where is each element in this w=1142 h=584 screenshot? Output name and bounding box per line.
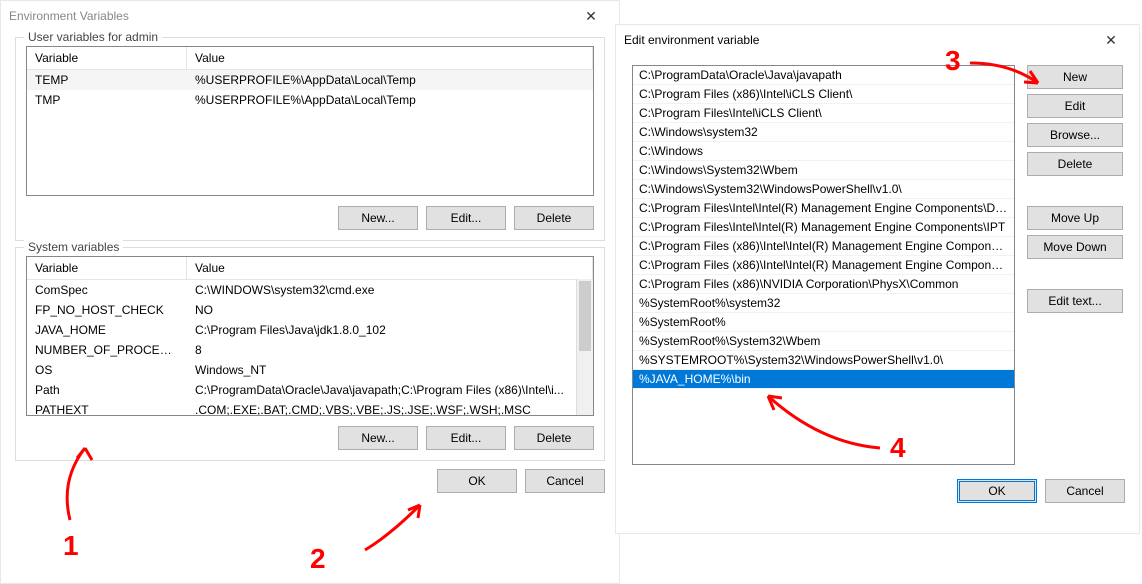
close-icon[interactable]: ✕ xyxy=(1091,26,1131,54)
edit-button[interactable]: Edit xyxy=(1027,94,1123,118)
cell-val: %USERPROFILE%\AppData\Local\Temp xyxy=(187,71,593,89)
ok-button[interactable]: OK xyxy=(957,479,1037,503)
user-edit-button[interactable]: Edit... xyxy=(426,206,506,230)
dialog-title: Environment Variables xyxy=(9,9,129,23)
system-vars-table[interactable]: Variable Value ComSpec C:\WINDOWS\system… xyxy=(26,256,594,416)
scrollbar[interactable] xyxy=(576,279,593,415)
cell-val: .COM;.EXE;.BAT;.CMD;.VBS;.VBE;.JS;.JSE;.… xyxy=(187,401,593,416)
browse-button[interactable]: Browse... xyxy=(1027,123,1123,147)
cell-var: TMP xyxy=(27,91,187,109)
list-item[interactable]: C:\Windows xyxy=(633,142,1014,161)
list-item[interactable]: C:\Program Files\Intel\iCLS Client\ xyxy=(633,104,1014,123)
cell-var: FP_NO_HOST_CHECK xyxy=(27,301,187,319)
titlebar[interactable]: Environment Variables ✕ xyxy=(1,1,619,31)
list-item[interactable]: %JAVA_HOME%\bin xyxy=(633,370,1014,389)
cell-var: OS xyxy=(27,361,187,379)
cell-val: Windows_NT xyxy=(187,361,593,379)
cell-val: 8 xyxy=(187,341,593,359)
cell-val: C:\WINDOWS\system32\cmd.exe xyxy=(187,281,593,299)
edit-text-button[interactable]: Edit text... xyxy=(1027,289,1123,313)
user-vars-legend: User variables for admin xyxy=(24,30,162,44)
cell-var: NUMBER_OF_PROCESSORS xyxy=(27,341,187,359)
table-row[interactable]: NUMBER_OF_PROCESSORS 8 xyxy=(27,340,593,360)
table-row[interactable]: ComSpec C:\WINDOWS\system32\cmd.exe xyxy=(27,280,593,300)
cell-val: C:\Program Files\Java\jdk1.8.0_102 xyxy=(187,321,593,339)
cell-var: JAVA_HOME xyxy=(27,321,187,339)
sys-edit-button[interactable]: Edit... xyxy=(426,426,506,450)
table-header: Variable Value xyxy=(27,257,593,280)
cancel-button[interactable]: Cancel xyxy=(1045,479,1125,503)
sys-delete-button[interactable]: Delete xyxy=(514,426,594,450)
cell-var: PATHEXT xyxy=(27,401,187,416)
titlebar[interactable]: Edit environment variable ✕ xyxy=(616,25,1139,55)
table-row[interactable]: TMP %USERPROFILE%\AppData\Local\Temp xyxy=(27,90,593,110)
user-vars-table[interactable]: Variable Value TEMP %USERPROFILE%\AppDat… xyxy=(26,46,594,196)
list-item[interactable]: %SYSTEMROOT%\System32\WindowsPowerShell\… xyxy=(633,351,1014,370)
list-item[interactable]: C:\Program Files (x86)\Intel\Intel(R) Ma… xyxy=(633,256,1014,275)
table-row[interactable]: TEMP %USERPROFILE%\AppData\Local\Temp xyxy=(27,70,593,90)
edit-env-var-dialog: Edit environment variable ✕ C:\ProgramDa… xyxy=(615,24,1140,534)
list-item[interactable]: C:\Program Files\Intel\Intel(R) Manageme… xyxy=(633,199,1014,218)
list-item[interactable]: %SystemRoot%\System32\Wbem xyxy=(633,332,1014,351)
dialog-title: Edit environment variable xyxy=(624,33,759,47)
cell-val: C:\ProgramData\Oracle\Java\javapath;C:\P… xyxy=(187,381,593,399)
list-item[interactable]: C:\ProgramData\Oracle\Java\javapath xyxy=(633,66,1014,85)
env-vars-dialog: Environment Variables ✕ User variables f… xyxy=(0,0,620,584)
col-variable[interactable]: Variable xyxy=(27,47,187,69)
table-header: Variable Value xyxy=(27,47,593,70)
cell-val: %USERPROFILE%\AppData\Local\Temp xyxy=(187,91,593,109)
move-down-button[interactable]: Move Down xyxy=(1027,235,1123,259)
move-up-button[interactable]: Move Up xyxy=(1027,206,1123,230)
list-item[interactable]: C:\Windows\System32\Wbem xyxy=(633,161,1014,180)
close-icon[interactable]: ✕ xyxy=(571,2,611,30)
user-delete-button[interactable]: Delete xyxy=(514,206,594,230)
list-item[interactable]: C:\Windows\system32 xyxy=(633,123,1014,142)
list-item[interactable]: C:\Program Files (x86)\Intel\iCLS Client… xyxy=(633,85,1014,104)
table-row[interactable]: JAVA_HOME C:\Program Files\Java\jdk1.8.0… xyxy=(27,320,593,340)
path-list[interactable]: C:\ProgramData\Oracle\Java\javapathC:\Pr… xyxy=(632,65,1015,465)
scroll-thumb[interactable] xyxy=(579,281,591,351)
list-item[interactable]: %SystemRoot%\system32 xyxy=(633,294,1014,313)
list-item[interactable]: C:\Program Files\Intel\Intel(R) Manageme… xyxy=(633,218,1014,237)
list-item[interactable]: %SystemRoot% xyxy=(633,313,1014,332)
col-value[interactable]: Value xyxy=(187,257,593,279)
table-row[interactable]: FP_NO_HOST_CHECK NO xyxy=(27,300,593,320)
col-value[interactable]: Value xyxy=(187,47,593,69)
cell-var: ComSpec xyxy=(27,281,187,299)
new-button[interactable]: New xyxy=(1027,65,1123,89)
list-item[interactable]: C:\Program Files (x86)\NVIDIA Corporatio… xyxy=(633,275,1014,294)
system-vars-section: System variables Variable Value ComSpec … xyxy=(15,247,605,461)
cell-var: Path xyxy=(27,381,187,399)
user-vars-section: User variables for admin Variable Value … xyxy=(15,37,605,241)
system-vars-legend: System variables xyxy=(24,240,123,254)
cancel-button[interactable]: Cancel xyxy=(525,469,605,493)
cell-val: NO xyxy=(187,301,593,319)
cell-var: TEMP xyxy=(27,71,187,89)
user-new-button[interactable]: New... xyxy=(338,206,418,230)
table-row[interactable]: PATHEXT .COM;.EXE;.BAT;.CMD;.VBS;.VBE;.J… xyxy=(27,400,593,416)
delete-button[interactable]: Delete xyxy=(1027,152,1123,176)
list-item[interactable]: C:\Windows\System32\WindowsPowerShell\v1… xyxy=(633,180,1014,199)
list-item[interactable]: C:\Program Files (x86)\Intel\Intel(R) Ma… xyxy=(633,237,1014,256)
table-row[interactable]: Path C:\ProgramData\Oracle\Java\javapath… xyxy=(27,380,593,400)
col-variable[interactable]: Variable xyxy=(27,257,187,279)
ok-button[interactable]: OK xyxy=(437,469,517,493)
sys-new-button[interactable]: New... xyxy=(338,426,418,450)
table-row[interactable]: OS Windows_NT xyxy=(27,360,593,380)
